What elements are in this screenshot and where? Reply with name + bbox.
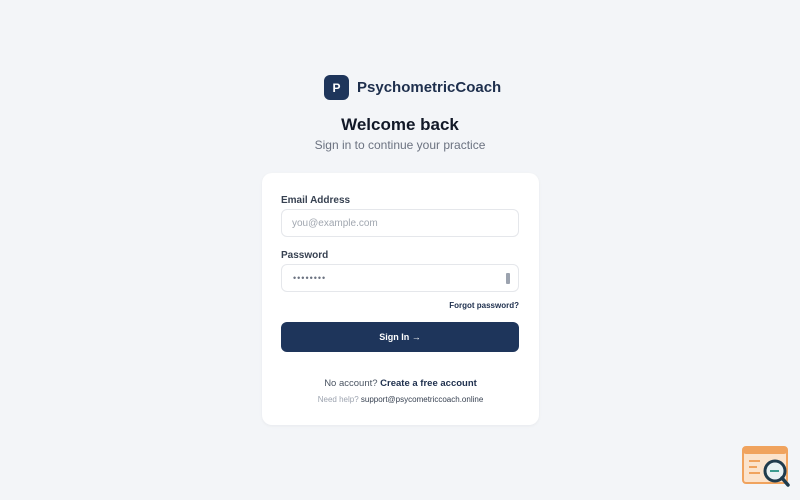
brand-logo: P — [324, 75, 349, 100]
eye-icon[interactable] — [506, 273, 510, 284]
login-card: Email Address Password •••••••• Forgot p… — [262, 173, 539, 425]
sign-in-button[interactable]: Sign In → — [281, 322, 519, 352]
no-account-text: No account? — [324, 378, 378, 389]
email-field-wrapper — [281, 209, 519, 237]
password-value: •••••••• — [293, 273, 327, 283]
create-account-link[interactable]: Create a free account — [380, 378, 477, 389]
brand-name: PsychometricCoach — [357, 79, 502, 96]
help-text: Need help? — [317, 395, 359, 404]
help-line: Need help? support@psycometriccoach.onli… — [262, 395, 539, 404]
signup-prompt: No account? Create a free account — [262, 378, 539, 389]
support-email-link[interactable]: support@psycometriccoach.online — [361, 395, 483, 404]
brand: P PsychometricCoach — [324, 75, 501, 100]
page-title: Welcome back — [341, 115, 459, 134]
forgot-password-link[interactable]: Forgot password? — [449, 301, 519, 310]
email-label: Email Address — [281, 195, 351, 206]
email-field[interactable] — [282, 210, 518, 236]
search-chart-icon[interactable] — [742, 446, 790, 488]
page-subtitle: Sign in to continue your practice — [314, 138, 486, 152]
password-label: Password — [281, 250, 329, 261]
login-page: P PsychometricCoach Welcome back Sign in… — [0, 0, 800, 500]
password-field[interactable]: •••••••• — [281, 264, 519, 292]
